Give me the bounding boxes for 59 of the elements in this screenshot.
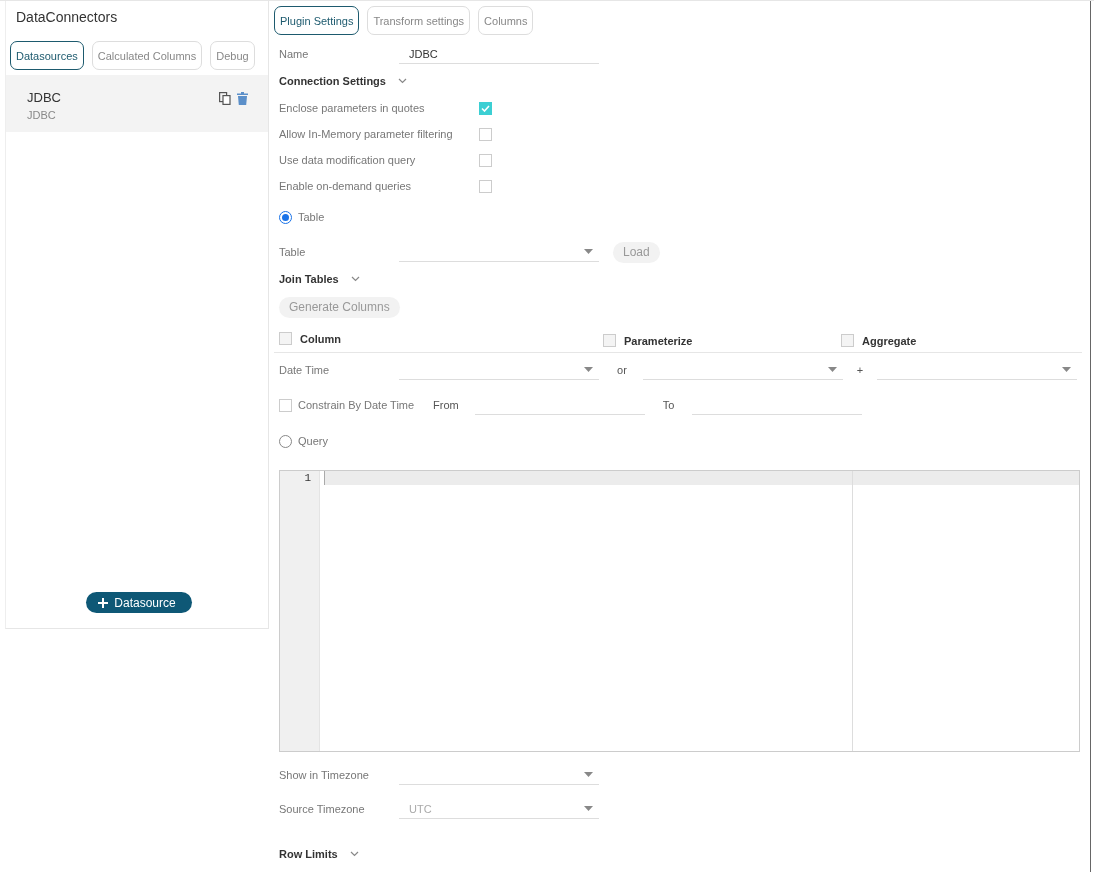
option-label: Allow In-Memory parameter filtering <box>279 128 454 140</box>
add-datasource-button[interactable]: Datasource <box>86 592 192 613</box>
chevron-down-icon[interactable] <box>349 851 359 857</box>
column-header: Parameterize <box>624 334 693 347</box>
plus-label: + <box>855 364 865 376</box>
checkbox[interactable] <box>479 127 492 141</box>
from-label: From <box>433 399 460 411</box>
checkbox[interactable] <box>279 332 292 345</box>
dropdown-arrow-icon <box>584 367 593 372</box>
dropdown-arrow-icon <box>828 367 837 372</box>
dropdown-arrow-icon <box>584 249 593 254</box>
datasource-name: JDBC <box>27 90 61 105</box>
chevron-down-icon[interactable] <box>350 276 360 282</box>
dropdown-arrow-icon <box>1062 367 1071 372</box>
tab[interactable]: Debug <box>210 41 255 70</box>
or-label: or <box>616 364 628 376</box>
copy-icon[interactable] <box>219 92 231 105</box>
field-label: Date Time <box>279 364 331 376</box>
tab[interactable]: Columns <box>478 6 534 35</box>
dropdown-arrow-icon <box>584 806 593 811</box>
field-label: Source Timezone <box>279 803 366 815</box>
load-button[interactable]: Load <box>613 241 660 263</box>
field-label: Name <box>279 48 310 60</box>
generate-columns-button[interactable]: Generate Columns <box>279 296 400 318</box>
plus-icon <box>98 597 109 608</box>
column-header: Aggregate <box>862 334 917 347</box>
datasource-item[interactable]: JDBC JDBC <box>6 75 268 132</box>
radio-label: Query <box>298 435 328 447</box>
checkbox-label: Constrain By Date Time <box>298 399 416 411</box>
query-editor[interactable]: 1 <box>279 470 1080 752</box>
dropdown-arrow-icon <box>584 772 593 777</box>
checkbox[interactable] <box>603 334 616 347</box>
option-label: Enclose parameters in quotes <box>279 102 426 114</box>
tab[interactable]: Transform settings <box>367 6 471 35</box>
name-field[interactable]: JDBC <box>399 44 599 64</box>
checkbox[interactable] <box>479 179 492 193</box>
section-title: Row Limits <box>279 848 338 860</box>
chevron-down-icon[interactable] <box>397 78 407 84</box>
checkbox[interactable] <box>841 334 854 347</box>
field-label: Table <box>279 246 307 258</box>
panel-title: DataConnectors <box>15 8 119 27</box>
radio-label: Table <box>298 211 325 223</box>
checkbox[interactable] <box>279 398 292 412</box>
to-label: To <box>661 399 676 411</box>
checkbox[interactable] <box>479 153 492 167</box>
line-number: 1 <box>303 472 311 484</box>
tab[interactable]: Datasources <box>10 41 84 70</box>
field-label: Show in Timezone <box>279 769 370 781</box>
tab[interactable]: Calculated Columns <box>91 41 203 70</box>
column-header: Column <box>300 332 341 345</box>
datasource-type: JDBC <box>27 109 57 121</box>
section-title: Connection Settings <box>279 75 386 87</box>
section-title: Join Tables <box>279 273 339 285</box>
option-label: Use data modification query <box>279 154 417 166</box>
option-label: Enable on-demand queries <box>279 180 413 192</box>
checkbox[interactable] <box>479 101 492 115</box>
tab[interactable]: Plugin Settings <box>274 6 360 35</box>
trash-icon[interactable] <box>237 92 248 105</box>
timezone-dropdown[interactable]: UTC <box>399 799 599 819</box>
